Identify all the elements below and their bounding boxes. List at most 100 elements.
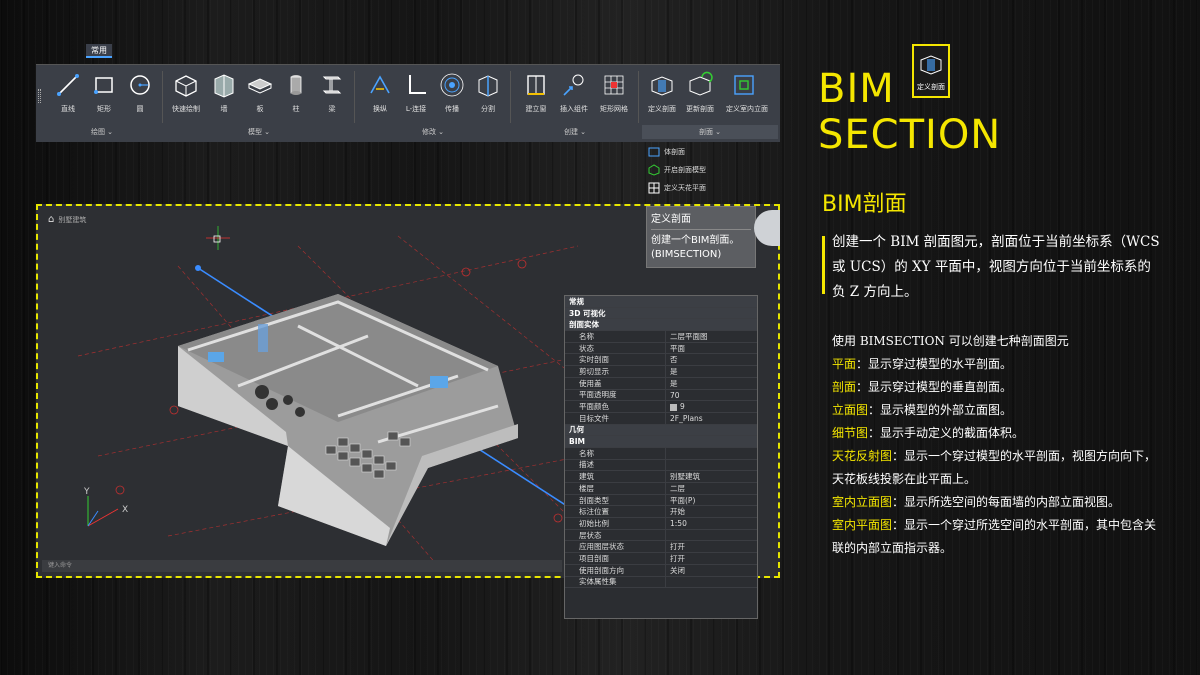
split-button[interactable]: 分割	[470, 71, 506, 114]
property-category[interactable]: 常规	[565, 296, 757, 308]
tool-label: 传播	[445, 105, 459, 113]
section-type-text: ：显示手动定义的截面体积。	[868, 426, 1025, 440]
property-row[interactable]: 项目剖面 打开	[565, 553, 757, 565]
section-type-item: 细节图：显示手动定义的截面体积。	[832, 422, 1162, 445]
insert-component-button[interactable]: 插入组件	[556, 71, 592, 114]
menu-item-define-ceiling-plan[interactable]: 定义天花平面	[644, 179, 780, 197]
svg-text:X: X	[122, 505, 128, 515]
property-row[interactable]: 剖面类型 平面(P)	[565, 494, 757, 507]
property-row[interactable]: 标注位置 开始	[565, 506, 757, 519]
property-category-label: 常规	[569, 296, 584, 306]
property-key: 标注位置	[579, 507, 609, 517]
group-model[interactable]: 模型 ⌄	[164, 125, 354, 139]
slab-button[interactable]: 板	[242, 71, 278, 114]
property-row[interactable]: 目标文件 2F_Plans	[565, 412, 757, 425]
property-value[interactable]: 是	[665, 366, 757, 377]
property-value-text: 是	[670, 367, 678, 377]
property-value[interactable]	[665, 576, 757, 588]
property-value[interactable]	[665, 459, 757, 471]
property-row[interactable]: 实体属性集	[565, 576, 757, 589]
property-value[interactable]: 打开	[665, 553, 757, 564]
property-row[interactable]: 实时剖面 否	[565, 354, 757, 367]
column-button[interactable]: 柱	[278, 71, 314, 114]
property-key: 剖面类型	[579, 495, 609, 505]
property-category[interactable]: 几何	[565, 424, 757, 437]
tool-label: 柱	[292, 105, 300, 113]
rect-grid-icon	[604, 75, 624, 95]
property-value[interactable]	[665, 529, 757, 541]
property-row[interactable]: 剪切显示 是	[565, 366, 757, 378]
property-key: 层状态	[579, 530, 602, 540]
window-button[interactable]: 建立窗	[518, 71, 554, 114]
command-line[interactable]: 键入命令	[42, 560, 562, 572]
property-row[interactable]: 名称 二层平面图	[565, 331, 757, 343]
rectangle-button[interactable]: 矩形	[86, 71, 122, 114]
property-row[interactable]: 描述	[565, 459, 757, 472]
color-swatch	[670, 403, 677, 411]
property-value[interactable]: 别墅建筑	[665, 471, 757, 482]
property-value[interactable]: 9	[665, 401, 757, 412]
property-row[interactable]: 使用剖面方向 关闭	[565, 564, 757, 577]
property-value[interactable]: 平面	[665, 342, 757, 354]
property-value-text: 关闭	[670, 565, 685, 575]
circle-button[interactable]: 圆	[122, 71, 158, 114]
property-value-text: 否	[670, 355, 678, 365]
quick-draw-icon	[175, 75, 197, 97]
property-value[interactable]: 2F_Plans	[665, 412, 757, 424]
section-type-item: 天花反射图：显示一个穿过模型的水平剖面，视图方向向下，天花板线投影在此平面上。	[832, 445, 1162, 491]
property-key: 应用图层状态	[579, 542, 624, 552]
menu-item-volume-section[interactable]: 体剖面	[644, 143, 780, 161]
rect-grid-button[interactable]: 矩形网格	[596, 71, 632, 114]
wall-button[interactable]: 墙	[206, 71, 242, 114]
property-row[interactable]: 楼层 二层	[565, 483, 757, 495]
property-value-text: 平面	[670, 343, 685, 353]
property-value[interactable]: 开始	[665, 506, 757, 518]
property-value[interactable]: 二层平面图	[665, 331, 757, 342]
tab-home[interactable]: 常用	[86, 44, 112, 58]
property-row[interactable]: 层状态	[565, 529, 757, 542]
property-value[interactable]: 打开	[665, 541, 757, 553]
property-row[interactable]: 初始比例 1:50	[565, 518, 757, 530]
property-value[interactable]: 二层	[665, 483, 757, 494]
define-section-icon	[651, 76, 673, 96]
line-button[interactable]: 直线	[50, 71, 86, 114]
group-separator	[510, 71, 511, 123]
propagate-button[interactable]: 传播	[434, 71, 470, 114]
update-section-button[interactable]: 更新剖面	[682, 71, 718, 114]
define-section-button[interactable]: 定义剖面	[644, 71, 680, 114]
property-value[interactable]: 否	[665, 354, 757, 366]
property-row[interactable]: 状态 平面	[565, 342, 757, 355]
ribbon-grip[interactable]	[38, 89, 41, 103]
menu-item-open-section-model[interactable]: 开启剖面模型	[644, 161, 780, 179]
switch-button[interactable]: 换纵	[362, 71, 398, 114]
l-join-button[interactable]: L-连接	[398, 71, 434, 114]
group-create[interactable]: 创建 ⌄	[512, 125, 638, 139]
property-value[interactable]	[665, 447, 757, 459]
menu-item-label: 开启剖面模型	[664, 166, 706, 174]
quick-draw-button[interactable]: 快速绘制	[168, 71, 204, 114]
property-value[interactable]: 70	[665, 389, 757, 401]
group-draw[interactable]: 绘图 ⌄	[42, 125, 162, 139]
property-row[interactable]: 平面颜色 9	[565, 401, 757, 413]
group-separator	[162, 71, 163, 123]
property-value[interactable]: 1:50	[665, 518, 757, 529]
propagate-icon	[440, 73, 464, 97]
section-type-term: 室内平面图	[832, 518, 893, 532]
property-row[interactable]: 平面透明度 70	[565, 389, 757, 402]
property-category[interactable]: 3D 可视化	[565, 307, 757, 320]
property-value[interactable]: 是	[665, 377, 757, 389]
property-category[interactable]: BIM	[565, 436, 757, 448]
property-row[interactable]: 应用图层状态 打开	[565, 541, 757, 554]
property-value[interactable]: 平面(P)	[665, 494, 757, 506]
circle-icon	[130, 75, 150, 95]
property-value[interactable]: 关闭	[665, 564, 757, 576]
property-row[interactable]: 名称	[565, 447, 757, 460]
interior-elevation-button[interactable]: 定义室内立面	[726, 71, 768, 114]
beam-button[interactable]: 梁	[314, 71, 350, 114]
group-section[interactable]: 剖面 ⌄	[642, 125, 778, 139]
property-row[interactable]: 使用盖 是	[565, 377, 757, 390]
property-category[interactable]: 剖面实体	[565, 319, 757, 332]
section-type-item: 室内平面图：显示一个穿过所选空间的水平剖面，其中包含关联的内部立面指示器。	[832, 514, 1162, 560]
property-row[interactable]: 建筑 别墅建筑	[565, 471, 757, 483]
group-modify[interactable]: 修改 ⌄	[356, 125, 510, 139]
